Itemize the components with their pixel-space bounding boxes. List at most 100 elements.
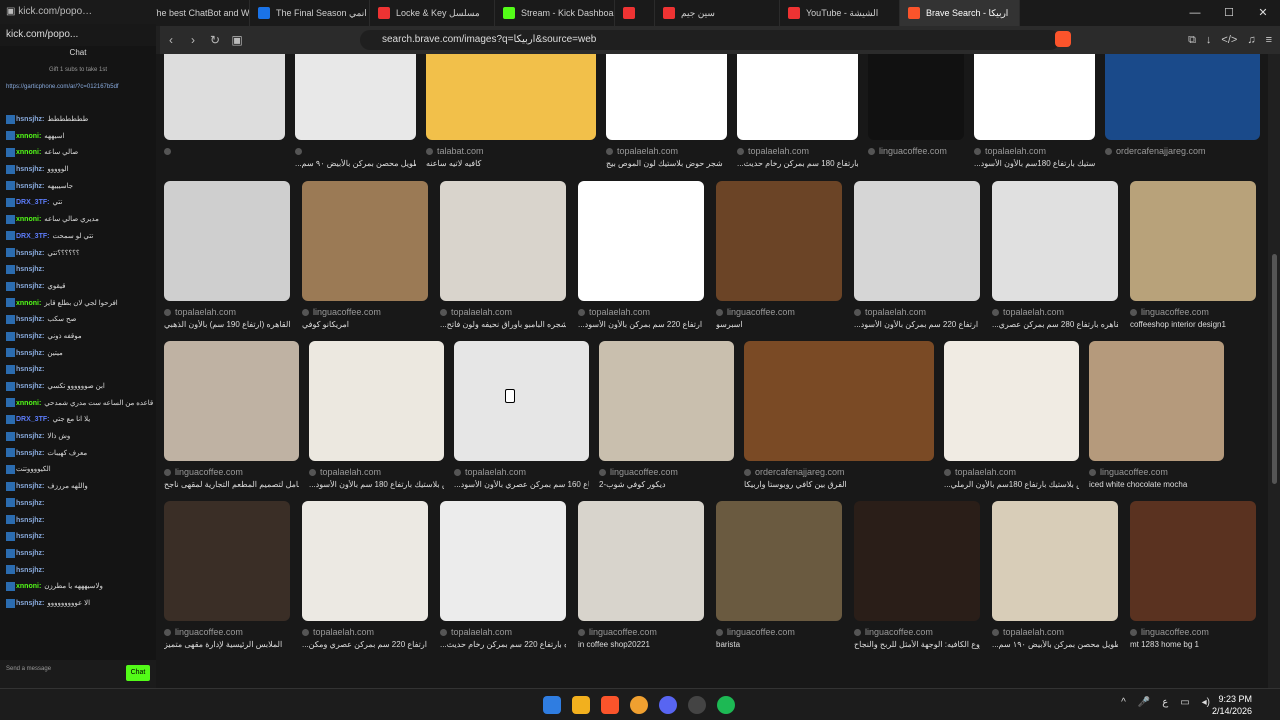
chat-username[interactable]: xnnoni:: [16, 300, 41, 307]
image-result[interactable]: topalaelah.com ...اخره - ارتفاع 220 سم بم…: [854, 181, 980, 335]
brave-icon[interactable]: [601, 696, 619, 714]
reload-icon[interactable]: ↻: [204, 33, 226, 47]
result-caption[interactable]: ...اخره - ارتفاع 220 سم بمركن بالأون الأ…: [578, 320, 704, 329]
chat-username[interactable]: hsnsjhz:: [16, 316, 44, 323]
chat-username[interactable]: hsnsjhz:: [16, 567, 44, 574]
browser-tab[interactable]: سين جيم: [655, 0, 780, 26]
result-thumbnail[interactable]: [454, 341, 589, 461]
pinned-link[interactable]: https://garticphone.com/ar/?c=012167b5df: [0, 80, 156, 112]
download-icon[interactable]: ↓: [1206, 34, 1212, 46]
result-caption[interactable]: مشروع الكافيه: الوجهة الأمثل للربح والنج…: [854, 640, 980, 649]
image-result[interactable]: linguacoffee.com الدليل الشامل لتصميم الم…: [164, 341, 299, 495]
result-thumbnail[interactable]: [737, 54, 858, 140]
devtools-icon[interactable]: </>: [1221, 34, 1237, 46]
result-thumbnail[interactable]: [164, 54, 285, 140]
result-source[interactable]: topalaelah.com: [992, 307, 1064, 317]
menu-icon[interactable]: ≡: [1266, 34, 1272, 46]
image-result[interactable]: topalaelah.com ...اخره - ارتفاع 220 سم بم…: [302, 501, 428, 655]
result-thumbnail[interactable]: [426, 54, 596, 140]
result-source[interactable]: linguacoffee.com: [854, 627, 933, 637]
image-result[interactable]: linguacoffee.com coffeeshop interior desi…: [1130, 181, 1256, 335]
result-thumbnail[interactable]: [164, 341, 299, 461]
image-result[interactable]: linguacoffee.com barista: [716, 501, 842, 655]
chat-username[interactable]: xnnoni:: [16, 133, 41, 140]
image-result[interactable]: linguacoffee.com ديكور كوفي شوب-2: [599, 341, 734, 495]
result-thumbnail[interactable]: [1089, 341, 1224, 461]
image-result[interactable]: topalaelah.com ...طويل محصن بمركن بالأبيض…: [992, 501, 1118, 655]
back-icon[interactable]: ‹: [160, 33, 182, 47]
image-result[interactable]: linguacoffee.com mt 1283 home bg 1: [1130, 501, 1256, 655]
result-caption[interactable]: ...القاهره بارتفاع 180 سم بمركن رخام حدي…: [737, 159, 858, 168]
result-source[interactable]: linguacoffee.com: [716, 627, 795, 637]
chat-username[interactable]: hsnsjhz:: [16, 500, 44, 507]
result-source[interactable]: topalaelah.com: [309, 467, 381, 477]
app-icon[interactable]: [630, 696, 648, 714]
result-source[interactable]: linguacoffee.com: [302, 307, 381, 317]
result-thumbnail[interactable]: [854, 181, 980, 301]
result-source[interactable]: [164, 146, 175, 156]
language-indicator[interactable]: ع: [1162, 697, 1168, 708]
result-thumbnail[interactable]: [944, 341, 1079, 461]
chat-username[interactable]: hsnsjhz:: [16, 533, 44, 540]
chat-username[interactable]: xnnoni:: [16, 400, 41, 407]
browser-tab[interactable]: YouTube - الشيشة: [780, 0, 900, 26]
result-thumbnail[interactable]: [868, 54, 964, 140]
image-result[interactable]: talabat.com كافيه لاتيه ساعنه: [426, 54, 596, 174]
result-thumbnail[interactable]: [1130, 181, 1256, 301]
image-result[interactable]: topalaelah.com ...لاحيه القاهره بارتفاع 2…: [992, 181, 1118, 335]
result-source[interactable]: topalaelah.com: [440, 627, 512, 637]
image-result[interactable]: topalaelah.com شجر حوض بلاستيك لون الموص …: [606, 54, 727, 174]
result-thumbnail[interactable]: [440, 181, 566, 301]
close-button[interactable]: ✕: [1246, 0, 1280, 26]
image-result[interactable]: linguacoffee.com اسبرسو: [716, 181, 842, 335]
result-source[interactable]: topalaelah.com: [440, 307, 512, 317]
chat-username[interactable]: hsnsjhz:: [16, 250, 44, 257]
clock[interactable]: 9:23 PM 2/14/2026: [1212, 693, 1252, 717]
result-source[interactable]: topalaelah.com: [854, 307, 926, 317]
chat-username[interactable]: hsnsjhz:: [16, 433, 44, 440]
kick-url[interactable]: kick.com/popo...: [0, 24, 156, 46]
result-source[interactable]: topalaelah.com: [606, 146, 678, 156]
result-thumbnail[interactable]: [992, 181, 1118, 301]
chat-username[interactable]: hsnsjhz:: [16, 383, 44, 390]
chat-username[interactable]: xnnoni:: [16, 216, 41, 223]
result-thumbnail[interactable]: [606, 54, 727, 140]
brave-shield-icon[interactable]: [1055, 31, 1071, 47]
result-caption[interactable]: الملابس الرئيسية لإدارة مقهى متميز: [164, 640, 290, 649]
explorer-icon[interactable]: [572, 696, 590, 714]
browser-tab[interactable]: Brave Search - اربيكا: [900, 0, 1020, 26]
result-caption[interactable]: ديكور كوفي شوب-2: [599, 480, 734, 489]
result-thumbnail[interactable]: [716, 181, 842, 301]
result-thumbnail[interactable]: [744, 341, 934, 461]
scrollbar[interactable]: [1268, 54, 1280, 688]
result-caption[interactable]: in coffee shop20221: [578, 640, 704, 649]
result-caption[interactable]: الدليل الشامل لتصميم المطعم التجارية لمق…: [164, 480, 299, 489]
chat-username[interactable]: hsnsjhz:: [16, 333, 44, 340]
result-caption[interactable]: barista: [716, 640, 842, 649]
url-input[interactable]: search.brave.com/images?q=اربيكا&source=…: [360, 30, 1060, 50]
result-caption[interactable]: ...به حوض بلاستيك بارتفاع 180 سم بالأون …: [309, 480, 444, 489]
spotify-icon[interactable]: [717, 696, 735, 714]
image-result[interactable]: linguacoffee.com in coffee shop20221: [578, 501, 704, 655]
result-source[interactable]: linguacoffee.com: [1130, 307, 1209, 317]
chat-username[interactable]: hsnsjhz:: [16, 366, 44, 373]
chat-send-button[interactable]: Chat: [126, 665, 150, 681]
browser-tab[interactable]: The Final Season انمي: [250, 0, 370, 26]
volume-icon[interactable]: ◂): [1202, 697, 1210, 708]
image-result[interactable]: topalaelah.com ...القاهره بارتفاع 220 سم …: [440, 501, 566, 655]
result-caption[interactable]: ...ار زينه شجره البامبو بأوراق نحيفه ولو…: [440, 320, 566, 329]
result-thumbnail[interactable]: [302, 501, 428, 621]
result-source[interactable]: topalaelah.com: [164, 307, 236, 317]
image-result[interactable]: linguacoffee.com: [868, 54, 964, 174]
result-source[interactable]: talabat.com: [426, 146, 484, 156]
forward-icon[interactable]: ›: [182, 33, 204, 47]
chat-username[interactable]: hsnsjhz:: [16, 517, 44, 524]
chat-username[interactable]: hsnsjhz:: [16, 183, 44, 190]
chat-username[interactable]: hsnsjhz:: [16, 600, 44, 607]
image-result[interactable]: ordercafenajjareg.com: [1105, 54, 1260, 174]
result-caption[interactable]: الفرق بين كافي روبوستا واربيكا: [744, 480, 934, 489]
result-source[interactable]: linguacoffee.com: [599, 467, 678, 477]
chat-username[interactable]: hsnsjhz:: [16, 116, 44, 123]
result-source[interactable]: linguacoffee.com: [578, 627, 657, 637]
image-result[interactable]: linguacoffee.com امريكانو كوفي: [302, 181, 428, 335]
